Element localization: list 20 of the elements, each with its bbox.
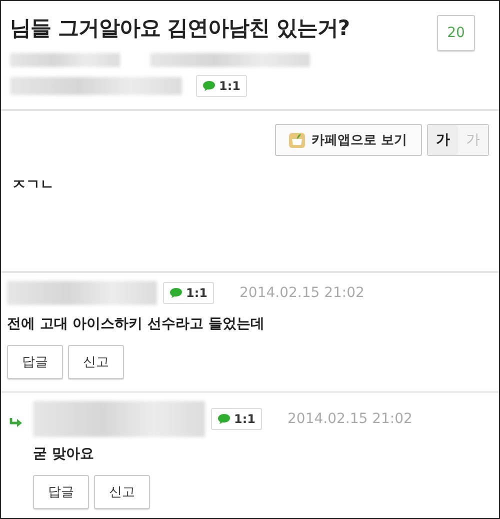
chat-button[interactable]: 1:1 bbox=[196, 75, 246, 97]
chat-button[interactable]: 1:1 bbox=[211, 408, 262, 430]
comment-text: 전에 고대 아이스하키 선수라고 들었는데 bbox=[7, 315, 266, 333]
app-icon bbox=[288, 131, 306, 149]
post-body: ㅈㄱㄴ bbox=[1, 156, 499, 273]
view-in-app-button[interactable]: 카페앱으로 보기 bbox=[275, 124, 422, 156]
comment-text: 굳 맞아요 bbox=[33, 445, 95, 463]
speech-bubble-icon bbox=[217, 413, 231, 425]
comment-time: 2014.02.15 21:02 bbox=[288, 411, 412, 427]
comment-action-button[interactable]: 신고 bbox=[68, 345, 124, 379]
speech-bubble-icon bbox=[202, 80, 216, 92]
reply-arrow-icon bbox=[9, 417, 23, 429]
comment-time: 2014.02.15 21:02 bbox=[240, 285, 364, 301]
speech-bubble-icon bbox=[169, 287, 183, 299]
font-size-button[interactable]: 가 bbox=[428, 125, 458, 155]
comment-action-button[interactable]: 신고 bbox=[94, 475, 150, 509]
comment-action-button[interactable]: 답글 bbox=[7, 345, 63, 379]
chat-button[interactable]: 1:1 bbox=[163, 282, 214, 304]
post-title: 님들 그거알아요 김연아남친 있는거? bbox=[10, 15, 350, 42]
comment-action-button[interactable]: 답글 bbox=[33, 475, 89, 509]
